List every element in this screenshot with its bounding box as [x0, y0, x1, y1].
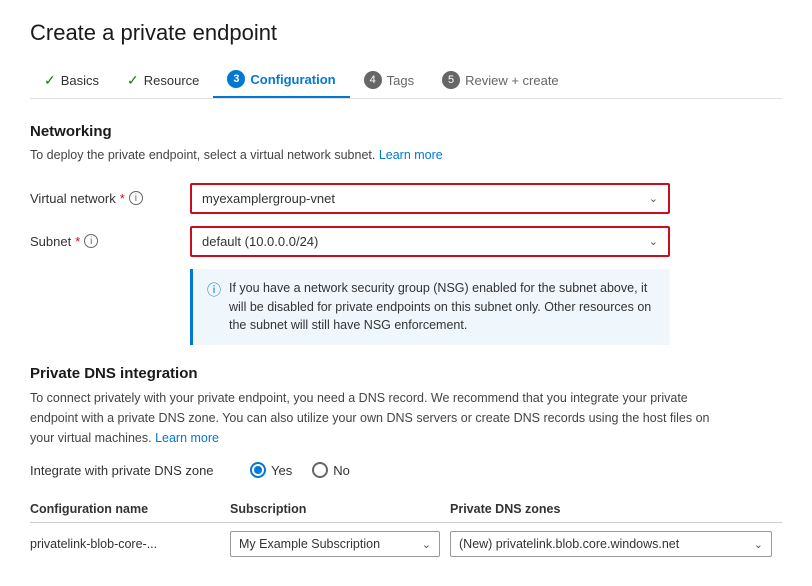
step-basics[interactable]: ✓ Basics	[30, 64, 113, 97]
dns-subscription-select[interactable]: My Example Subscription ⌄	[230, 531, 440, 557]
required-star-subnet: *	[75, 234, 80, 249]
networking-title: Networking	[30, 123, 782, 140]
chevron-down-icon-subnet: ⌄	[649, 235, 658, 248]
step-review[interactable]: 5 Review + create	[428, 63, 573, 97]
networking-desc-text: To deploy the private endpoint, select a…	[30, 148, 375, 162]
subnet-select[interactable]: default (10.0.0.0/24) ⌄	[190, 226, 670, 257]
chevron-down-icon-sub: ⌄	[422, 538, 431, 551]
chevron-down-icon: ⌄	[649, 192, 658, 205]
table-row: privatelink-blob-core-... My Example Sub…	[30, 523, 782, 562]
radio-yes[interactable]: Yes	[250, 462, 292, 478]
check-icon-resource: ✓	[127, 72, 139, 89]
subnet-value: default (10.0.0.0/24)	[202, 234, 318, 249]
dns-config-name: privatelink-blob-core-...	[30, 523, 230, 562]
radio-no[interactable]: No	[312, 462, 350, 478]
step-configuration-label: Configuration	[250, 72, 335, 87]
step-circle-review: 5	[442, 71, 460, 89]
dns-table-header-zones: Private DNS zones	[450, 496, 782, 523]
chevron-down-icon-zone: ⌄	[754, 538, 763, 551]
radio-yes-button[interactable]	[250, 462, 266, 478]
networking-description: To deploy the private endpoint, select a…	[30, 146, 782, 165]
dns-table-header-config: Configuration name	[30, 496, 230, 523]
step-circle-configuration: 3	[227, 70, 245, 88]
radio-no-label: No	[333, 463, 350, 478]
dns-learn-more-link[interactable]: Learn more	[155, 431, 219, 445]
radio-yes-label: Yes	[271, 463, 292, 478]
step-basics-label: Basics	[61, 73, 99, 88]
networking-section: Networking To deploy the private endpoin…	[30, 123, 782, 345]
info-icon-vnet[interactable]: i	[129, 191, 143, 205]
subnet-label: Subnet * i	[30, 234, 190, 249]
page-title: Create a private endpoint	[30, 20, 782, 46]
virtual-network-label: Virtual network * i	[30, 191, 190, 206]
dns-desc-text: To connect privately with your private e…	[30, 391, 710, 445]
dns-zone-select[interactable]: (New) privatelink.blob.core.windows.net …	[450, 531, 772, 557]
dns-subscription-cell: My Example Subscription ⌄	[230, 523, 450, 562]
integrate-dns-row: Integrate with private DNS zone Yes No	[30, 462, 782, 478]
dns-table: Configuration name Subscription Private …	[30, 496, 782, 561]
wizard-steps: ✓ Basics ✓ Resource 3 Configuration 4 Ta…	[30, 62, 782, 99]
virtual-network-select[interactable]: myexamplergroup-vnet ⌄	[190, 183, 670, 214]
virtual-network-row: Virtual network * i myexamplergroup-vnet…	[30, 183, 782, 214]
step-tags-label: Tags	[387, 73, 414, 88]
info-icon-subnet[interactable]: i	[84, 234, 98, 248]
nsg-info-text: If you have a network security group (NS…	[229, 279, 656, 335]
step-review-label: Review + create	[465, 73, 559, 88]
required-star-vnet: *	[120, 191, 125, 206]
networking-learn-more-link[interactable]: Learn more	[379, 148, 443, 162]
dns-zone-cell: (New) privatelink.blob.core.windows.net …	[450, 523, 782, 562]
nsg-info-box: ⓘ If you have a network security group (…	[190, 269, 670, 345]
info-circle-icon: ⓘ	[207, 280, 221, 335]
dns-description: To connect privately with your private e…	[30, 388, 730, 448]
check-icon-basics: ✓	[44, 72, 56, 89]
step-configuration[interactable]: 3 Configuration	[213, 62, 349, 98]
dns-section-title: Private DNS integration	[30, 365, 782, 382]
integrate-dns-label: Integrate with private DNS zone	[30, 463, 230, 478]
subnet-row: Subnet * i default (10.0.0.0/24) ⌄	[30, 226, 782, 257]
dns-zone-value: (New) privatelink.blob.core.windows.net	[459, 537, 679, 551]
dns-table-header-subscription: Subscription	[230, 496, 450, 523]
step-circle-tags: 4	[364, 71, 382, 89]
dns-section: Private DNS integration To connect priva…	[30, 365, 782, 561]
step-resource[interactable]: ✓ Resource	[113, 64, 213, 97]
step-tags[interactable]: 4 Tags	[350, 63, 428, 97]
dns-subscription-value: My Example Subscription	[239, 537, 380, 551]
radio-no-button[interactable]	[312, 462, 328, 478]
step-resource-label: Resource	[144, 73, 200, 88]
virtual-network-value: myexamplergroup-vnet	[202, 191, 335, 206]
